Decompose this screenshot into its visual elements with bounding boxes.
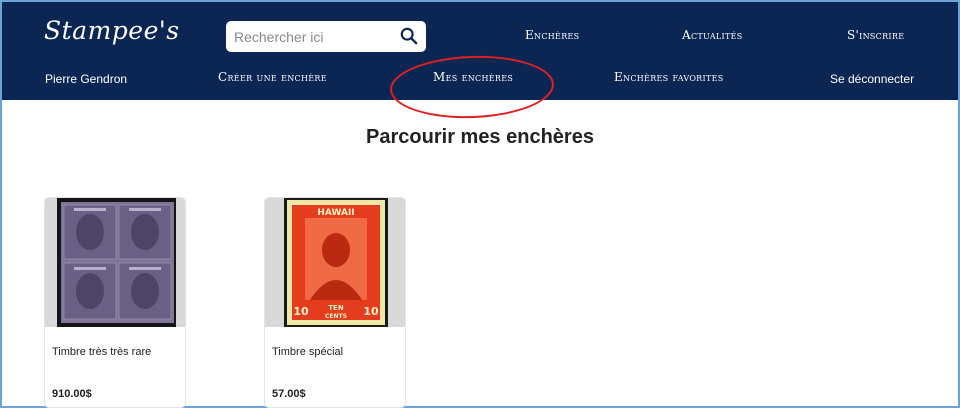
nav-link-mes-encheres[interactable]: Mes enchères — [433, 70, 513, 84]
stamp-image-victoria-block[interactable] — [45, 198, 186, 327]
auction-card[interactable]: HAWAII 10 10 TEN CENTS Timbre spécial 57… — [264, 197, 406, 408]
search-input[interactable] — [234, 27, 394, 47]
nav-link-encheres[interactable]: Enchères — [525, 28, 579, 42]
stamp-value-right: 10 — [363, 305, 379, 318]
site-header: Stampee's Enchères Actualités S'inscrire… — [2, 2, 958, 100]
user-name[interactable]: Pierre Gendron — [45, 72, 127, 86]
stamp-word-text: TEN — [328, 304, 344, 312]
stamp-country-text: HAWAII — [317, 208, 354, 218]
auction-card[interactable]: Timbre très très rare 910.00$ — [44, 197, 186, 408]
card-price: 910.00$ — [52, 388, 92, 400]
card-title: Timbre spécial — [272, 346, 344, 358]
search-box — [226, 21, 426, 52]
nav-link-encheres-favorites[interactable]: Enchères favorites — [614, 70, 724, 84]
card-price: 57.00$ — [272, 388, 306, 400]
nav-link-actualites[interactable]: Actualités — [682, 28, 743, 42]
site-logo[interactable]: Stampee's — [44, 16, 180, 45]
nav-link-sinscrire[interactable]: S'inscrire — [847, 28, 904, 42]
card-image-area: HAWAII 10 10 TEN CENTS — [265, 198, 406, 327]
card-title: Timbre très très rare — [52, 346, 152, 358]
logout-link[interactable]: Se déconnecter — [830, 72, 914, 86]
stamp-image-hawaii[interactable]: HAWAII 10 10 TEN CENTS — [265, 198, 406, 327]
stamp-cents-text: CENTS — [325, 313, 347, 320]
nav-link-creer-enchere[interactable]: Créer une enchère — [218, 70, 327, 84]
stamp-value-left: 10 — [293, 305, 309, 318]
search-icon[interactable] — [400, 27, 418, 45]
page-title: Parcourir mes enchères — [366, 126, 594, 148]
card-image-area — [45, 198, 186, 327]
